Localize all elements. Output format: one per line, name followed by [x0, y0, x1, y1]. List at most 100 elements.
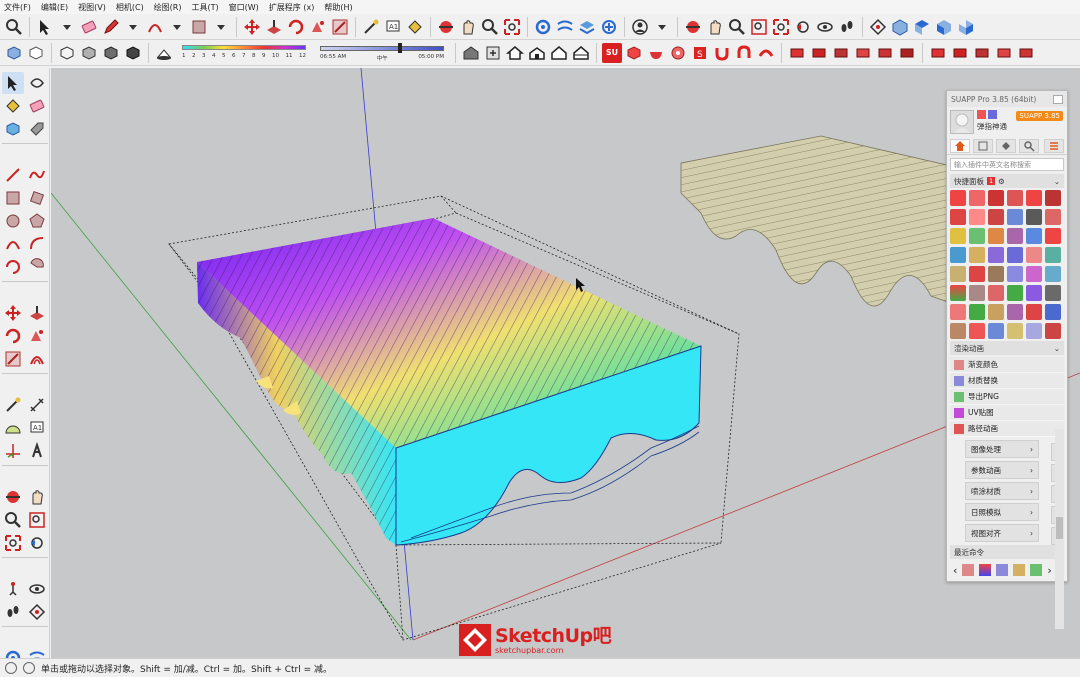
plugin-solid-icon[interactable] — [853, 43, 873, 63]
plugin-icon[interactable] — [969, 266, 985, 282]
plugin-icon[interactable] — [988, 228, 1004, 244]
zoom-icon[interactable] — [727, 17, 747, 37]
striped-slab-model[interactable] — [197, 218, 702, 546]
recent-command-icon[interactable] — [996, 564, 1009, 576]
chevron-right-icon[interactable]: › — [1047, 564, 1051, 577]
plugin-icon[interactable] — [1045, 247, 1061, 263]
plugin-icon[interactable] — [950, 285, 966, 301]
select-arrow-icon[interactable] — [35, 17, 55, 37]
two-point-arc-icon[interactable] — [26, 233, 48, 255]
plugin-icon[interactable] — [1026, 323, 1042, 339]
gradient-scale[interactable]: 1 2 3 4 5 6 7 8 9 10 11 12 — [180, 43, 308, 63]
orbit-icon[interactable] — [683, 17, 703, 37]
plugin-solid-icon[interactable] — [994, 43, 1014, 63]
menu-view[interactable]: 视图(V) — [78, 2, 106, 13]
plugin-icon[interactable] — [1007, 209, 1023, 225]
tab-search[interactable] — [1019, 138, 1039, 153]
shadow-time-track[interactable] — [320, 45, 444, 51]
rotate-icon[interactable] — [286, 17, 306, 37]
plugin-solid-icon[interactable] — [950, 43, 970, 63]
outliner-icon[interactable] — [599, 17, 619, 37]
section-plane-icon[interactable] — [868, 17, 888, 37]
follow-me-icon[interactable] — [308, 17, 328, 37]
plugin-icon[interactable] — [1007, 247, 1023, 263]
plugin-solid-icon[interactable] — [1016, 43, 1036, 63]
panel-scrollbar-thumb[interactable] — [1056, 517, 1063, 539]
component-icon[interactable] — [533, 17, 553, 37]
plugin-icon[interactable] — [988, 266, 1004, 282]
panel-titlebar[interactable]: SUAPP Pro 3.85 (64bit) — [947, 91, 1067, 107]
render-anim-header[interactable]: 渲染动画 ⌄ — [950, 341, 1064, 355]
plugin-icon[interactable] — [1007, 228, 1023, 244]
plugin-icon[interactable] — [988, 323, 1004, 339]
avatar[interactable] — [950, 110, 974, 134]
plugin-flower-icon[interactable] — [668, 43, 688, 63]
rotate-icon[interactable] — [2, 325, 24, 347]
follow-me-icon[interactable] — [26, 325, 48, 347]
zoom-window-icon[interactable] — [26, 509, 48, 531]
monochrome-style-icon[interactable] — [123, 43, 143, 63]
shadow-toggle-icon[interactable] — [154, 43, 174, 63]
plugin-icon[interactable] — [1007, 266, 1023, 282]
chevron-left-icon[interactable]: ‹ — [953, 564, 957, 577]
plugin-horseshoe-icon[interactable] — [734, 43, 754, 63]
plugin-icon[interactable] — [1026, 304, 1042, 320]
sub-button[interactable]: 参数动画 › — [965, 461, 1039, 479]
section-plane-icon[interactable] — [26, 601, 48, 623]
tab-paint[interactable] — [996, 138, 1016, 153]
walk-icon[interactable] — [2, 601, 24, 623]
plugin-icon[interactable] — [969, 228, 985, 244]
component-icon[interactable] — [2, 118, 24, 140]
pencil-icon[interactable] — [101, 17, 121, 37]
orbit-icon[interactable] — [2, 486, 24, 508]
rectangle-icon[interactable] — [2, 187, 24, 209]
plugin-solid-icon[interactable] — [809, 43, 829, 63]
polygon-icon[interactable] — [26, 210, 48, 232]
eraser-icon[interactable] — [79, 17, 99, 37]
zoom-extents-icon[interactable] — [771, 17, 791, 37]
plugin-search-input[interactable]: 输入插件中英文名称搜索 — [950, 158, 1064, 171]
tape-measure-icon[interactable] — [361, 17, 381, 37]
plugin-icon[interactable] — [988, 209, 1004, 225]
menu-camera[interactable]: 相机(C) — [116, 2, 144, 13]
plugin-icon[interactable] — [1007, 323, 1023, 339]
plugin-icon[interactable] — [950, 304, 966, 320]
plugin-icon[interactable] — [950, 266, 966, 282]
quick-panel-header[interactable]: 快捷面板 1 ⚙ ⌄ — [950, 174, 1064, 188]
zoom-extents-icon[interactable] — [502, 17, 522, 37]
look-around-icon[interactable] — [815, 17, 835, 37]
three-point-arc-icon[interactable] — [2, 256, 24, 278]
plugin-magnet-icon[interactable] — [712, 43, 732, 63]
plugin-icon[interactable] — [969, 209, 985, 225]
rectangle-icon[interactable] — [189, 17, 209, 37]
layers-icon[interactable] — [577, 17, 597, 37]
tab-list[interactable] — [973, 138, 993, 153]
tag-icon[interactable] — [26, 118, 48, 140]
styles-icon[interactable] — [555, 17, 575, 37]
menu-tools[interactable]: 工具(T) — [192, 2, 219, 13]
pan-icon[interactable] — [458, 17, 478, 37]
move-icon[interactable] — [242, 17, 262, 37]
plugin-icon[interactable] — [1045, 323, 1061, 339]
plugin-icon[interactable] — [969, 285, 985, 301]
view-iso-icon[interactable] — [890, 17, 910, 37]
plugin-icon[interactable] — [1026, 285, 1042, 301]
plugin-icon[interactable] — [969, 323, 985, 339]
recent-commands-header[interactable]: 最近命令 ⌄ — [950, 545, 1064, 559]
menu-draw[interactable]: 绘图(R) — [154, 2, 182, 13]
shadow-time-handle[interactable] — [398, 42, 402, 53]
plugin-icon[interactable] — [1026, 266, 1042, 282]
menu-file[interactable]: 文件(F) — [4, 2, 31, 13]
walk-icon[interactable] — [837, 17, 857, 37]
plugin-icon[interactable] — [1026, 247, 1042, 263]
look-around-icon[interactable] — [26, 578, 48, 600]
tape-measure-icon[interactable] — [2, 394, 24, 416]
recent-command-icon[interactable] — [979, 564, 992, 576]
hidden-line-style-icon[interactable] — [57, 43, 77, 63]
panel-close-button[interactable] — [1053, 94, 1063, 104]
home-icon[interactable] — [505, 43, 525, 63]
protractor-icon[interactable] — [2, 417, 24, 439]
plugin-icon[interactable] — [988, 285, 1004, 301]
eraser-icon[interactable] — [26, 95, 48, 117]
arc-icon[interactable] — [145, 17, 165, 37]
